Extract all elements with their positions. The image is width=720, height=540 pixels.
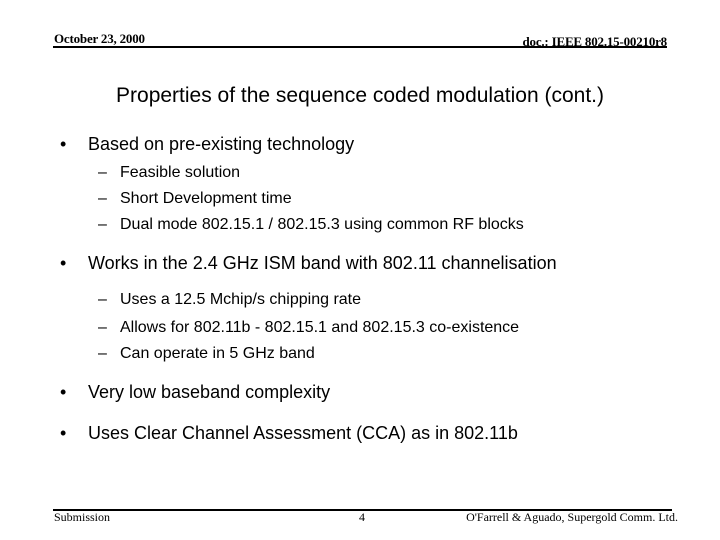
slide-title: Properties of the sequence coded modulat… (116, 84, 604, 107)
bullet-icon: • (60, 134, 67, 154)
sub-bullet-text: Can operate in 5 GHz band (120, 345, 315, 362)
bullet-text: Based on pre-existing technology (88, 134, 355, 154)
dash-icon: – (98, 216, 107, 233)
sub-bullet-text: Dual mode 802.15.1 / 802.15.3 using comm… (120, 216, 524, 233)
sub-bullet-text: Short Development time (120, 190, 292, 207)
header-date: October 23, 2000 (54, 31, 145, 46)
bullet-icon: • (60, 382, 67, 402)
bullet-text: Very low baseband complexity (88, 382, 331, 402)
footer-authors: O'Farrell & Aguado, Supergold Comm. Ltd. (466, 510, 678, 524)
bullet-text: Works in the 2.4 GHz ISM band with 802.1… (88, 253, 557, 273)
bullet-icon: • (60, 253, 67, 273)
dash-icon: – (98, 190, 107, 207)
bullet-icon: • (60, 423, 67, 443)
dash-icon: – (98, 319, 107, 336)
dash-icon: – (98, 345, 107, 362)
header-rule (53, 46, 667, 48)
bullet-text: Uses Clear Channel Assessment (CCA) as i… (88, 423, 518, 443)
page-number: 4 (359, 510, 365, 524)
footer-submission: Submission (54, 510, 111, 524)
dash-icon: – (98, 164, 107, 181)
sub-bullet-text: Allows for 802.11b - 802.15.1 and 802.15… (120, 319, 520, 336)
dash-icon: – (98, 291, 107, 308)
sub-bullet-text: Uses a 12.5 Mchip/s chipping rate (120, 291, 362, 308)
sub-bullet-text: Feasible solution (120, 164, 241, 181)
